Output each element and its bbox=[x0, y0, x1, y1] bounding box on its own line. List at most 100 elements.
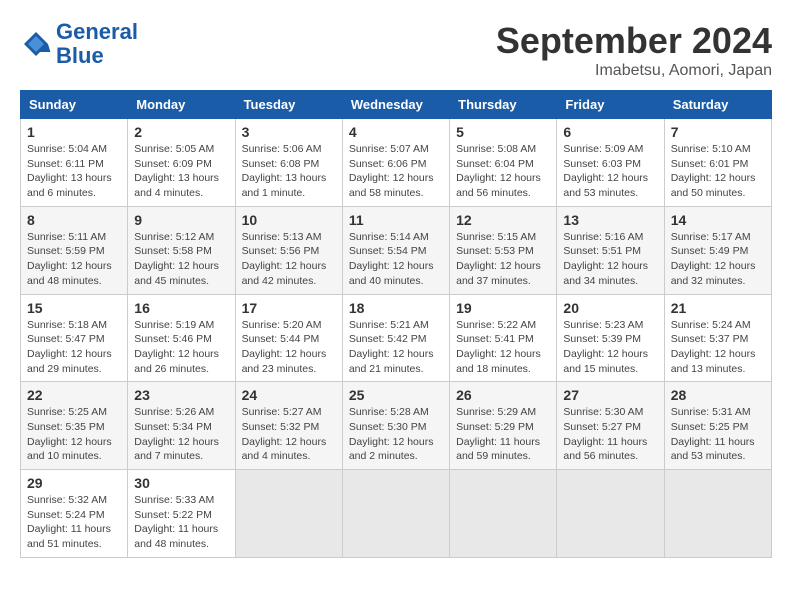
day-number: 26 bbox=[456, 387, 550, 403]
logo-icon bbox=[20, 28, 52, 60]
table-row: 11 Sunrise: 5:14 AMSunset: 5:54 PMDayligh… bbox=[342, 206, 449, 294]
day-info: Sunrise: 5:04 AMSunset: 6:11 PMDaylight:… bbox=[27, 142, 121, 201]
day-number: 12 bbox=[456, 212, 550, 228]
day-number: 15 bbox=[27, 300, 121, 316]
day-info: Sunrise: 5:20 AMSunset: 5:44 PMDaylight:… bbox=[242, 318, 336, 377]
table-row bbox=[664, 470, 771, 558]
table-row: 3 Sunrise: 5:06 AMSunset: 6:08 PMDaylight… bbox=[235, 119, 342, 207]
calendar-header-row: Sunday Monday Tuesday Wednesday Thursday… bbox=[21, 91, 772, 119]
table-row: 13Sunrise: 5:16 AMSunset: 5:51 PMDayligh… bbox=[557, 206, 664, 294]
day-info: Sunrise: 5:14 AMSunset: 5:54 PMDaylight:… bbox=[349, 230, 443, 289]
table-row: 16 Sunrise: 5:19 AMSunset: 5:46 PMDayligh… bbox=[128, 294, 235, 382]
day-number: 8 bbox=[27, 212, 121, 228]
day-number: 6 bbox=[563, 124, 657, 140]
table-row: 5 Sunrise: 5:08 AMSunset: 6:04 PMDaylight… bbox=[450, 119, 557, 207]
table-row: 27 Sunrise: 5:30 AMSunset: 5:27 PMDayligh… bbox=[557, 382, 664, 470]
title-area: September 2024 Imabetsu, Aomori, Japan bbox=[496, 20, 772, 80]
day-info: Sunrise: 5:28 AMSunset: 5:30 PMDaylight:… bbox=[349, 405, 443, 464]
day-info: Sunrise: 5:15 AMSunset: 5:53 PMDaylight:… bbox=[456, 230, 550, 289]
day-info: Sunrise: 5:23 AMSunset: 5:39 PMDaylight:… bbox=[563, 318, 657, 377]
day-number: 18 bbox=[349, 300, 443, 316]
table-row: 18 Sunrise: 5:21 AMSunset: 5:42 PMDayligh… bbox=[342, 294, 449, 382]
day-number: 16 bbox=[134, 300, 228, 316]
day-info: Sunrise: 5:27 AMSunset: 5:32 PMDaylight:… bbox=[242, 405, 336, 464]
day-number: 7 bbox=[671, 124, 765, 140]
day-info: Sunrise: 5:21 AMSunset: 5:42 PMDaylight:… bbox=[349, 318, 443, 377]
table-row: 28Sunrise: 5:31 AMSunset: 5:25 PMDayligh… bbox=[664, 382, 771, 470]
col-monday: Monday bbox=[128, 91, 235, 119]
table-row: 15 Sunrise: 5:18 AMSunset: 5:47 PMDayligh… bbox=[21, 294, 128, 382]
table-row bbox=[342, 470, 449, 558]
day-number: 17 bbox=[242, 300, 336, 316]
day-info: Sunrise: 5:24 AMSunset: 5:37 PMDaylight:… bbox=[671, 318, 765, 377]
day-number: 4 bbox=[349, 124, 443, 140]
col-thursday: Thursday bbox=[450, 91, 557, 119]
table-row: 6 Sunrise: 5:09 AMSunset: 6:03 PMDaylight… bbox=[557, 119, 664, 207]
table-row: 22 Sunrise: 5:25 AMSunset: 5:35 PMDayligh… bbox=[21, 382, 128, 470]
day-number: 27 bbox=[563, 387, 657, 403]
calendar-week-5: 29 Sunrise: 5:32 AMSunset: 5:24 PMDayligh… bbox=[21, 470, 772, 558]
calendar-week-1: 1Sunrise: 5:04 AMSunset: 6:11 PMDaylight… bbox=[21, 119, 772, 207]
day-info: Sunrise: 5:25 AMSunset: 5:35 PMDaylight:… bbox=[27, 405, 121, 464]
day-info: Sunrise: 5:22 AMSunset: 5:41 PMDaylight:… bbox=[456, 318, 550, 377]
day-info: Sunrise: 5:08 AMSunset: 6:04 PMDaylight:… bbox=[456, 142, 550, 201]
table-row: 30 Sunrise: 5:33 AMSunset: 5:22 PMDayligh… bbox=[128, 470, 235, 558]
col-saturday: Saturday bbox=[664, 91, 771, 119]
day-number: 29 bbox=[27, 475, 121, 491]
table-row: 25 Sunrise: 5:28 AMSunset: 5:30 PMDayligh… bbox=[342, 382, 449, 470]
table-row: 8Sunrise: 5:11 AMSunset: 5:59 PMDaylight… bbox=[21, 206, 128, 294]
logo-line1: General bbox=[56, 19, 138, 44]
day-number: 5 bbox=[456, 124, 550, 140]
table-row: 19 Sunrise: 5:22 AMSunset: 5:41 PMDayligh… bbox=[450, 294, 557, 382]
table-row: 2 Sunrise: 5:05 AMSunset: 6:09 PMDaylight… bbox=[128, 119, 235, 207]
day-number: 9 bbox=[134, 212, 228, 228]
day-info: Sunrise: 5:06 AMSunset: 6:08 PMDaylight:… bbox=[242, 142, 336, 201]
table-row bbox=[235, 470, 342, 558]
day-number: 21 bbox=[671, 300, 765, 316]
day-number: 14 bbox=[671, 212, 765, 228]
table-row: 12 Sunrise: 5:15 AMSunset: 5:53 PMDayligh… bbox=[450, 206, 557, 294]
col-sunday: Sunday bbox=[21, 91, 128, 119]
table-row: 1Sunrise: 5:04 AMSunset: 6:11 PMDaylight… bbox=[21, 119, 128, 207]
day-number: 25 bbox=[349, 387, 443, 403]
day-info: Sunrise: 5:13 AMSunset: 5:56 PMDaylight:… bbox=[242, 230, 336, 289]
day-number: 2 bbox=[134, 124, 228, 140]
month-title: September 2024 bbox=[496, 20, 772, 62]
table-row: 21 Sunrise: 5:24 AMSunset: 5:37 PMDayligh… bbox=[664, 294, 771, 382]
table-row: 24Sunrise: 5:27 AMSunset: 5:32 PMDayligh… bbox=[235, 382, 342, 470]
day-number: 30 bbox=[134, 475, 228, 491]
day-info: Sunrise: 5:07 AMSunset: 6:06 PMDaylight:… bbox=[349, 142, 443, 201]
day-info: Sunrise: 5:29 AMSunset: 5:29 PMDaylight:… bbox=[456, 405, 550, 464]
day-number: 3 bbox=[242, 124, 336, 140]
table-row: 20 Sunrise: 5:23 AMSunset: 5:39 PMDayligh… bbox=[557, 294, 664, 382]
day-info: Sunrise: 5:16 AMSunset: 5:51 PMDaylight:… bbox=[563, 230, 657, 289]
day-info: Sunrise: 5:12 AMSunset: 5:58 PMDaylight:… bbox=[134, 230, 228, 289]
col-tuesday: Tuesday bbox=[235, 91, 342, 119]
day-info: Sunrise: 5:26 AMSunset: 5:34 PMDaylight:… bbox=[134, 405, 228, 464]
day-info: Sunrise: 5:19 AMSunset: 5:46 PMDaylight:… bbox=[134, 318, 228, 377]
table-row: 17 Sunrise: 5:20 AMSunset: 5:44 PMDayligh… bbox=[235, 294, 342, 382]
day-number: 22 bbox=[27, 387, 121, 403]
day-info: Sunrise: 5:05 AMSunset: 6:09 PMDaylight:… bbox=[134, 142, 228, 201]
day-info: Sunrise: 5:31 AMSunset: 5:25 PMDaylight:… bbox=[671, 405, 765, 464]
logo: General Blue bbox=[20, 20, 138, 68]
table-row: 23 Sunrise: 5:26 AMSunset: 5:34 PMDayligh… bbox=[128, 382, 235, 470]
day-info: Sunrise: 5:33 AMSunset: 5:22 PMDaylight:… bbox=[134, 493, 228, 552]
day-info: Sunrise: 5:30 AMSunset: 5:27 PMDaylight:… bbox=[563, 405, 657, 464]
day-number: 10 bbox=[242, 212, 336, 228]
day-number: 11 bbox=[349, 212, 443, 228]
day-info: Sunrise: 5:09 AMSunset: 6:03 PMDaylight:… bbox=[563, 142, 657, 201]
table-row bbox=[450, 470, 557, 558]
location-subtitle: Imabetsu, Aomori, Japan bbox=[496, 62, 772, 80]
page-header: General Blue September 2024 Imabetsu, Ao… bbox=[20, 20, 772, 80]
day-number: 19 bbox=[456, 300, 550, 316]
table-row: 29 Sunrise: 5:32 AMSunset: 5:24 PMDayligh… bbox=[21, 470, 128, 558]
table-row: 9 Sunrise: 5:12 AMSunset: 5:58 PMDaylight… bbox=[128, 206, 235, 294]
table-row: 4 Sunrise: 5:07 AMSunset: 6:06 PMDaylight… bbox=[342, 119, 449, 207]
calendar-week-2: 8Sunrise: 5:11 AMSunset: 5:59 PMDaylight… bbox=[21, 206, 772, 294]
day-number: 23 bbox=[134, 387, 228, 403]
day-number: 20 bbox=[563, 300, 657, 316]
day-info: Sunrise: 5:18 AMSunset: 5:47 PMDaylight:… bbox=[27, 318, 121, 377]
day-info: Sunrise: 5:32 AMSunset: 5:24 PMDaylight:… bbox=[27, 493, 121, 552]
table-row: 14Sunrise: 5:17 AMSunset: 5:49 PMDayligh… bbox=[664, 206, 771, 294]
